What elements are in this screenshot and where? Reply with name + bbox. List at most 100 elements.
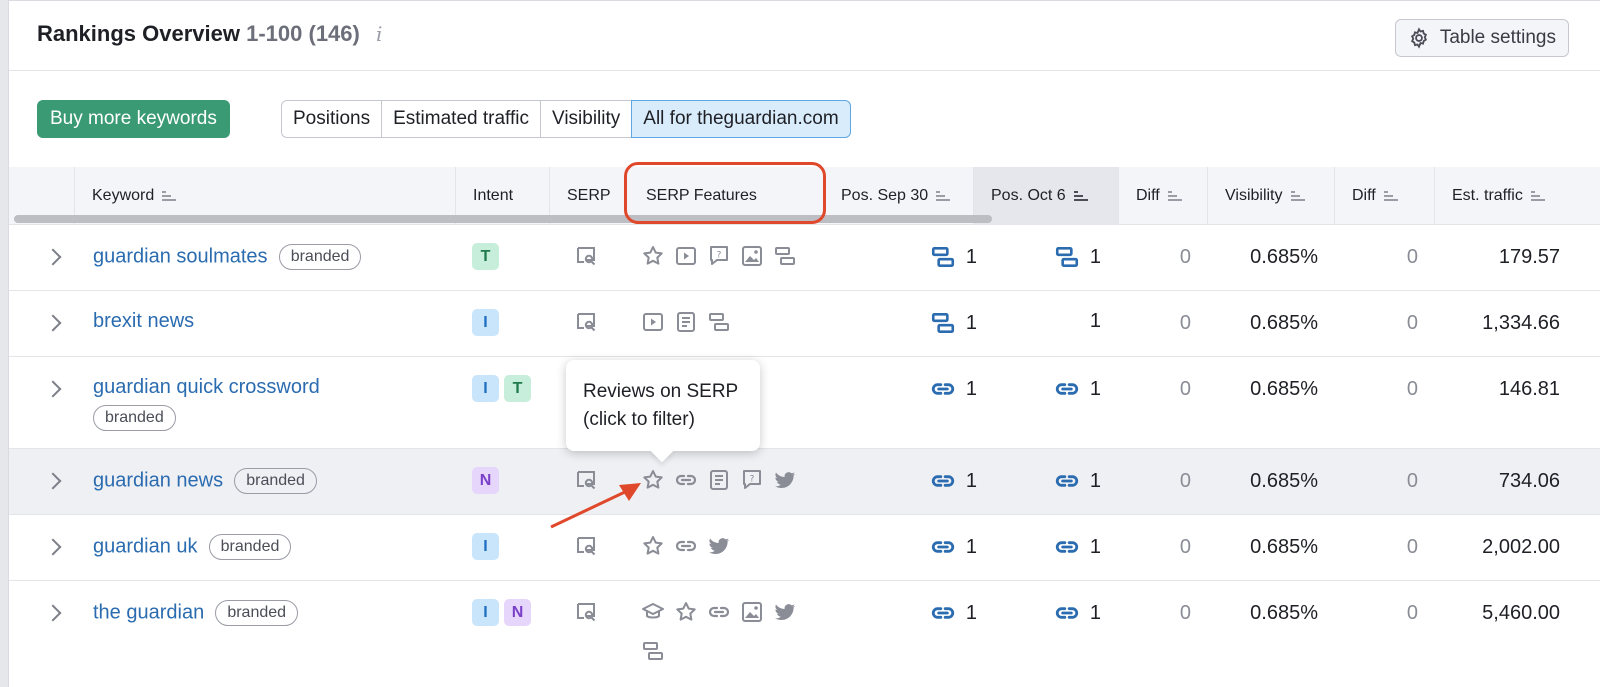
branded-badge: branded xyxy=(208,534,292,560)
rankings-overview-panel: Rankings Overview 1-100 (146) i Table se… xyxy=(8,0,1600,687)
sort-icon xyxy=(1290,190,1305,202)
news-icon[interactable] xyxy=(674,310,698,334)
keyword-link[interactable]: guardian uk branded xyxy=(93,534,292,560)
est-traffic-value: 734.06 xyxy=(1498,470,1560,492)
intent-badge[interactable]: I xyxy=(472,599,499,626)
tab-all-for-domain[interactable]: All for theguardian.com xyxy=(631,100,851,138)
question-icon[interactable]: ? xyxy=(740,468,764,492)
video-icon[interactable] xyxy=(674,244,698,268)
image-icon[interactable] xyxy=(740,244,764,268)
intent-cell: T xyxy=(472,243,504,270)
link-icon[interactable] xyxy=(1054,468,1080,494)
link-icon[interactable] xyxy=(707,600,731,624)
knowledge-panel-icon[interactable] xyxy=(641,600,665,624)
pos-oct-value: 1 xyxy=(1089,245,1101,268)
tab-positions[interactable]: Positions xyxy=(281,100,383,138)
sitelinks-icon[interactable] xyxy=(930,310,956,336)
news-icon[interactable] xyxy=(707,468,731,492)
diff-value: 0 xyxy=(1179,536,1191,558)
keyword-link[interactable]: the guardian branded xyxy=(93,600,299,626)
est-traffic-value: 2,002.00 xyxy=(1482,536,1560,558)
image-icon[interactable] xyxy=(740,600,764,624)
serp-snapshot-icon[interactable] xyxy=(574,244,598,268)
sitelinks-icon[interactable] xyxy=(930,244,956,270)
col-diff-visibility[interactable]: Diff xyxy=(1334,167,1434,225)
pos-sep-value: 1 xyxy=(965,469,977,492)
keyword-link[interactable]: guardian quick crossword xyxy=(93,376,320,399)
pos-oct-value: 1 xyxy=(1089,377,1101,400)
pos-oct-cell: 1 xyxy=(1054,534,1101,560)
col-keyword-label: Keyword xyxy=(92,187,155,204)
branded-badge: branded xyxy=(93,405,176,431)
intent-badge[interactable]: I xyxy=(472,375,499,402)
table-row: brexit news I 1 1 0 0.685% 0 1,334.66 xyxy=(9,291,1600,357)
intent-badge[interactable]: N xyxy=(504,599,531,626)
intent-badge[interactable]: T xyxy=(504,375,531,402)
col-pos-oct[interactable]: Pos. Oct 6 xyxy=(973,167,1118,225)
intent-cell: IN xyxy=(472,599,536,626)
sitelinks-icon[interactable] xyxy=(641,639,665,663)
expand-chevron-icon[interactable] xyxy=(44,472,62,490)
star-icon[interactable] xyxy=(641,534,665,558)
info-icon[interactable]: i xyxy=(376,22,382,46)
sitelinks-icon[interactable] xyxy=(707,310,731,334)
expand-chevron-icon[interactable] xyxy=(44,604,62,622)
sitelinks-icon[interactable] xyxy=(773,244,797,268)
intent-badge[interactable]: I xyxy=(472,309,499,336)
intent-badge[interactable]: I xyxy=(472,533,499,560)
twitter-icon[interactable] xyxy=(773,468,797,492)
link-icon[interactable] xyxy=(1054,600,1080,626)
expand-chevron-icon[interactable] xyxy=(44,538,62,556)
expand-chevron-icon[interactable] xyxy=(44,314,62,332)
pos-sep-cell: 1 xyxy=(930,600,977,626)
pos-oct-value: 1 xyxy=(1089,601,1101,624)
video-icon[interactable] xyxy=(641,310,665,334)
twitter-icon[interactable] xyxy=(773,600,797,624)
pos-sep-cell: 1 xyxy=(930,468,977,494)
tab-visibility[interactable]: Visibility xyxy=(539,100,633,138)
tab-estimated-traffic[interactable]: Estimated traffic xyxy=(381,100,541,138)
link-icon[interactable] xyxy=(1054,534,1080,560)
branded-badge: branded xyxy=(278,244,362,270)
keyword-link[interactable]: brexit news xyxy=(93,310,194,333)
serp-snapshot-icon[interactable] xyxy=(574,534,598,558)
link-icon[interactable] xyxy=(674,534,698,558)
tooltip-line-1: Reviews on SERP xyxy=(583,381,739,402)
col-diff[interactable]: Diff xyxy=(1118,167,1207,225)
link-icon[interactable] xyxy=(930,376,956,402)
link-icon[interactable] xyxy=(674,468,698,492)
keyword-link[interactable]: guardian soulmates branded xyxy=(93,244,362,270)
horizontal-scrollbar[interactable] xyxy=(14,215,992,223)
diff-value: 0 xyxy=(1179,312,1191,334)
col-serp-label: SERP xyxy=(567,187,611,204)
intent-cell: I xyxy=(472,309,504,336)
star-icon[interactable] xyxy=(674,600,698,624)
intent-badge[interactable]: N xyxy=(472,467,499,494)
link-icon[interactable] xyxy=(1054,376,1080,402)
serp-snapshot-icon[interactable] xyxy=(574,310,598,334)
link-icon[interactable] xyxy=(930,534,956,560)
intent-badge[interactable]: T xyxy=(472,243,499,270)
table-row: the guardian branded I N 1 1 0 0.685% 0 5,460.00 xyxy=(9,581,1600,687)
star-icon[interactable] xyxy=(641,244,665,268)
col-est-traffic[interactable]: Est. traffic xyxy=(1434,167,1600,225)
table-settings-button[interactable]: Table settings xyxy=(1394,19,1569,57)
link-icon[interactable] xyxy=(930,600,956,626)
buy-more-keywords-button[interactable]: Buy more keywords xyxy=(37,100,230,138)
col-visibility[interactable]: Visibility xyxy=(1207,167,1334,225)
branded-badge: branded xyxy=(234,468,317,494)
keyword-link[interactable]: guardian news branded xyxy=(93,468,317,494)
question-icon[interactable]: ? xyxy=(707,244,731,268)
serp-snapshot-icon[interactable] xyxy=(574,600,598,624)
sitelinks-icon[interactable] xyxy=(1054,244,1080,270)
est-traffic-value: 179.57 xyxy=(1498,246,1560,268)
expand-chevron-icon[interactable] xyxy=(44,380,62,398)
twitter-icon[interactable] xyxy=(707,534,731,558)
keyword-text: guardian news xyxy=(93,469,224,492)
pos-oct-value: 1 xyxy=(1089,469,1101,492)
table-settings-label: Table settings xyxy=(1439,27,1556,48)
branded-badge: branded xyxy=(215,600,299,626)
link-icon[interactable] xyxy=(930,468,956,494)
pos-sep-value: 1 xyxy=(965,535,977,558)
expand-chevron-icon[interactable] xyxy=(44,248,62,266)
